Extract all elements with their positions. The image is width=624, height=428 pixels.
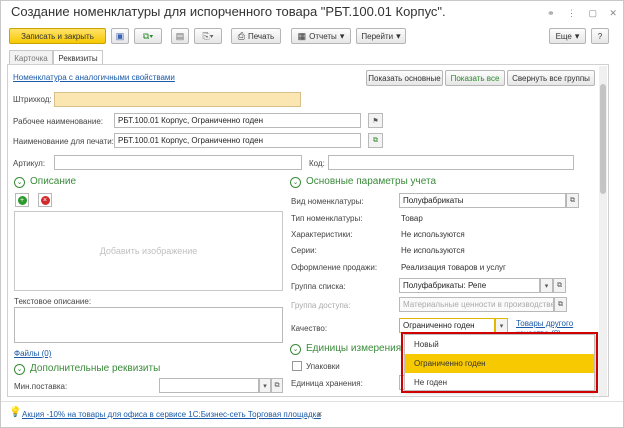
- barcode-label: Штрихкод:: [13, 95, 52, 104]
- files-link[interactable]: Файлы (0): [14, 349, 51, 358]
- help-button[interactable]: ?: [591, 28, 609, 44]
- kind-label: Вид номенклатуры:: [291, 197, 364, 206]
- storage-unit-label: Единица хранения:: [291, 379, 363, 388]
- work-name-label: Рабочее наименование:: [13, 117, 103, 126]
- chevron-down-icon[interactable]: ▾: [259, 378, 271, 393]
- article-input[interactable]: [54, 155, 302, 170]
- quality-dropdown: Новый Ограниченно годен Не годен: [404, 334, 595, 391]
- collapse-extra-icon[interactable]: ⌄: [14, 364, 25, 375]
- work-name-input[interactable]: РБТ.100.01 Корпус, Ограниченно годен: [114, 113, 361, 128]
- chevron-down-icon: ▾: [339, 30, 345, 41]
- print-label: Печать: [247, 31, 275, 41]
- kebab-icon[interactable]: ⋮: [567, 8, 576, 19]
- chevron-down-icon[interactable]: ▾: [495, 318, 508, 333]
- description-title[interactable]: Описание: [30, 176, 76, 187]
- text-description-input[interactable]: [14, 307, 283, 343]
- language-icon[interactable]: ⚑: [368, 113, 383, 128]
- open-icon[interactable]: ⧉: [566, 193, 579, 208]
- barcode-input[interactable]: [54, 92, 301, 107]
- lightbulb-icon: 💡: [9, 407, 22, 418]
- window-title: Создание номенклатуры для испорченного т…: [11, 4, 446, 19]
- collapse-description-icon[interactable]: ⌄: [14, 177, 25, 188]
- code-input[interactable]: [328, 155, 574, 170]
- delete-image-icon[interactable]: ×: [38, 193, 52, 207]
- collapse-main-params-icon[interactable]: ⌄: [290, 177, 301, 188]
- quality-label: Качество:: [291, 324, 328, 333]
- packages-checkbox[interactable]: [292, 361, 302, 371]
- print-name-input[interactable]: РБТ.100.01 Корпус, Ограниченно годен: [114, 133, 361, 148]
- characteristics-value: Не используются: [401, 230, 465, 239]
- chevron-down-icon[interactable]: ▾: [540, 278, 553, 293]
- tab-requisites[interactable]: Реквизиты: [53, 50, 103, 65]
- type-value: Товар: [401, 214, 423, 223]
- more-label: Еще: [555, 31, 572, 41]
- reports-label: Отчеты: [309, 31, 337, 41]
- dropdown-item-new[interactable]: Новый: [405, 335, 594, 354]
- characteristics-label: Характеристики:: [291, 230, 353, 239]
- goto-button[interactable]: Перейти ▾: [356, 28, 406, 44]
- series-label: Серии:: [291, 246, 317, 255]
- chevron-down-icon: ▾: [574, 30, 580, 41]
- reports-button[interactable]: ▦ Отчеты ▾: [291, 28, 351, 44]
- dropdown-item-unfit[interactable]: Не годен: [405, 373, 594, 392]
- reports-icon: ▦: [297, 30, 307, 41]
- save-close-button[interactable]: Записать и закрыть: [9, 28, 106, 44]
- open-icon[interactable]: ⧉: [553, 278, 566, 293]
- copy-name-icon[interactable]: ⧉: [368, 133, 383, 148]
- tab-card[interactable]: Карточка: [9, 50, 53, 65]
- document-icon[interactable]: ▤: [171, 28, 189, 44]
- analog-properties-link[interactable]: Номенклатура с аналогичными свойствами: [13, 73, 175, 82]
- promo-link[interactable]: Акция -10% на товары для офиса в сервисе…: [22, 410, 321, 419]
- type-label: Тип номенклатуры:: [291, 214, 363, 223]
- add-image-placeholder: Добавить изображение: [99, 246, 198, 256]
- attach-icon[interactable]: ⎘▾: [194, 28, 222, 44]
- kind-input[interactable]: Полуфабрикаты: [399, 193, 566, 208]
- min-supply-input[interactable]: [159, 378, 259, 393]
- other-quality-link[interactable]: Товары другого: [516, 319, 573, 328]
- access-group-label: Группа доступа:: [291, 301, 351, 310]
- print-button[interactable]: ⎙ Печать: [231, 28, 281, 44]
- sales-label: Оформление продажи:: [291, 263, 378, 272]
- chevron-down-icon: ▾: [396, 30, 401, 41]
- series-value: Не используются: [401, 246, 465, 255]
- add-image-icon[interactable]: +: [15, 193, 29, 207]
- goto-label: Перейти: [361, 31, 394, 41]
- extra-requisites-title[interactable]: Дополнительные реквизиты: [30, 363, 160, 374]
- more-button[interactable]: Еще ▾: [549, 28, 586, 44]
- close-promo-icon[interactable]: ×: [317, 409, 322, 419]
- quality-input[interactable]: Ограниченно годен: [399, 318, 495, 333]
- min-supply-label: Мин.поставка:: [14, 382, 68, 391]
- main-params-title[interactable]: Основные параметры учета: [306, 176, 436, 187]
- show-all-button[interactable]: Показать все: [445, 70, 505, 86]
- save-icon[interactable]: ▣: [111, 28, 129, 44]
- create-based-on-icon[interactable]: ⧉▾: [134, 28, 162, 44]
- scrollbar-thumb[interactable]: [600, 84, 606, 194]
- restore-icon[interactable]: ▢: [588, 8, 597, 19]
- list-group-input[interactable]: Полуфабрикаты: Репе: [399, 278, 540, 293]
- dropdown-item-limited[interactable]: Ограниченно годен: [405, 354, 594, 373]
- collapse-units-icon[interactable]: ⌄: [290, 344, 301, 355]
- collapse-all-button[interactable]: Свернуть все группы: [507, 70, 595, 86]
- open-icon[interactable]: ⧉: [271, 378, 283, 393]
- footer-divider: [1, 401, 623, 402]
- access-group-input[interactable]: Материальные ценности в производстве: [399, 297, 554, 312]
- image-area[interactable]: Добавить изображение: [14, 211, 283, 291]
- print-name-label: Наименование для печати:: [13, 137, 114, 146]
- form-window: Создание номенклатуры для испорченного т…: [0, 0, 624, 428]
- scrollbar-track[interactable]: [599, 66, 607, 396]
- article-label: Артикул:: [13, 159, 46, 168]
- close-icon[interactable]: ✕: [609, 8, 617, 19]
- open-icon[interactable]: ⧉: [554, 297, 567, 312]
- show-main-button[interactable]: Показать основные: [366, 70, 443, 86]
- units-title[interactable]: Единицы измерения и: [306, 343, 410, 354]
- link-icon[interactable]: ⚭: [547, 8, 555, 19]
- packages-label: Упаковки: [306, 362, 340, 371]
- code-label: Код:: [309, 159, 325, 168]
- sales-value: Реализация товаров и услуг: [401, 263, 506, 272]
- printer-icon: ⎙: [237, 30, 245, 41]
- text-description-label: Текстовое описание:: [14, 297, 92, 306]
- list-group-label: Группа списка:: [291, 282, 346, 291]
